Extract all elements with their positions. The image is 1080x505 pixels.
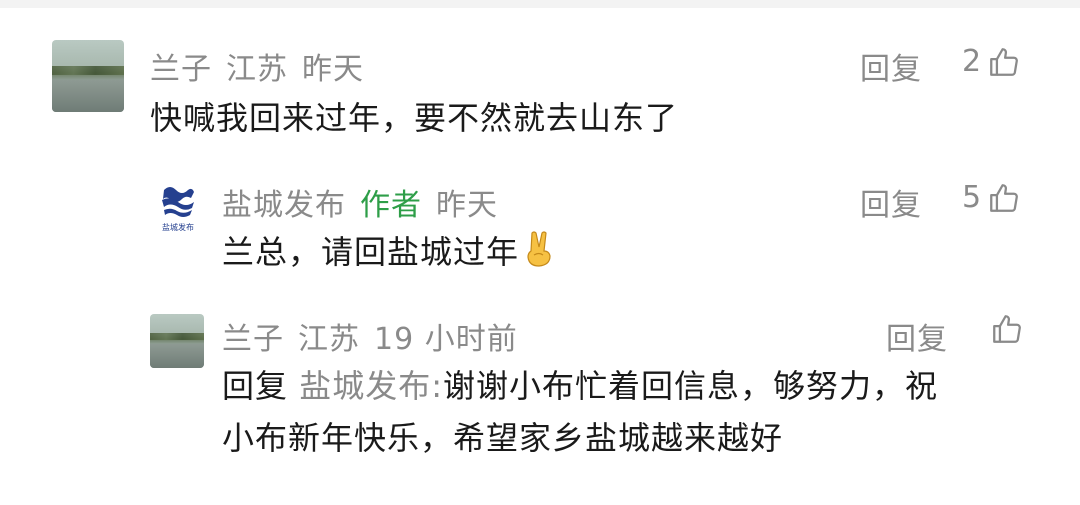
user-avatar[interactable] xyxy=(150,314,204,368)
reply-button[interactable]: 回复 xyxy=(860,44,922,88)
like-count: 2 xyxy=(962,44,982,79)
thumbs-up-icon xyxy=(990,183,1018,212)
author-badge: 作者 xyxy=(360,188,422,223)
reply-target[interactable]: 盐城发布: xyxy=(299,367,443,405)
comment-author[interactable]: 盐城发布 xyxy=(222,188,346,223)
comment-text: 兰总，请回盐城过年 xyxy=(222,226,557,284)
comment-time: 昨天 xyxy=(436,188,498,223)
comment-location: 江苏 xyxy=(226,52,288,87)
avatar-water xyxy=(52,79,124,112)
comment-location: 江苏 xyxy=(298,322,360,357)
comment-text-line: 回复 盐城发布:谢谢小布忙着回信息，够努力，祝 xyxy=(222,360,1042,412)
comment-text: 回复 盐城发布:谢谢小布忙着回信息，够努力，祝 小布新年快乐，希望家乡盐城越来越… xyxy=(222,360,1042,464)
user-avatar[interactable] xyxy=(52,40,124,112)
yancheng-logo-icon: 盐城发布 xyxy=(162,187,194,232)
comment-meta: 盐城发布 作者 昨天 xyxy=(222,180,512,224)
avatar-trees xyxy=(150,333,204,340)
comment-author[interactable]: 兰子 xyxy=(150,52,212,87)
comment-text-content: 兰总，请回盐城过年 xyxy=(222,233,520,271)
top-divider xyxy=(0,0,1080,8)
comment-author[interactable]: 兰子 xyxy=(222,322,284,357)
reply-button[interactable]: 回复 xyxy=(886,314,948,358)
avatar-trees xyxy=(52,65,124,75)
like-button[interactable]: 5 xyxy=(962,180,1021,215)
logo-caption: 盐城发布 xyxy=(162,222,194,232)
thumbs-up-icon xyxy=(993,315,1021,343)
like-button[interactable]: 2 xyxy=(962,44,1021,79)
comment-text: 快喊我回来过年，要不然就去山东了 xyxy=(150,99,679,137)
comment-meta: 兰子 江苏 昨天 xyxy=(150,44,378,88)
victory-hand-emoji xyxy=(523,229,557,284)
comment-time: 昨天 xyxy=(302,52,364,87)
comment-meta: 兰子 江苏 19 小时前 xyxy=(222,314,532,358)
like-button[interactable] xyxy=(990,312,1024,346)
yancheng-logo-avatar[interactable]: 盐城发布 xyxy=(150,180,206,236)
like-count: 5 xyxy=(962,180,982,215)
comment-text-content: 谢谢小布忙着回信息，够努力，祝 xyxy=(442,367,938,405)
avatar-water xyxy=(150,343,204,368)
reply-prefix: 回复 xyxy=(222,367,289,405)
reply-button[interactable]: 回复 xyxy=(860,180,922,224)
comment-text-line: 小布新年快乐，希望家乡盐城越来越好 xyxy=(222,419,784,457)
thumbs-up-icon xyxy=(990,47,1018,76)
comment-time: 19 小时前 xyxy=(374,322,518,357)
